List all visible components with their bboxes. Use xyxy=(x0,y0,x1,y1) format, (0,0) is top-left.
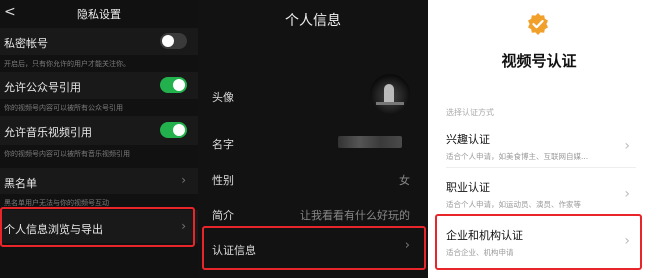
privacy-settings-panel: < 隐私设置 私密帐号 开启后，只有你允许的用户才能关注你。 允许公众号引用 你… xyxy=(0,0,198,278)
row-label: 名字 xyxy=(212,138,234,151)
name-value-blurred xyxy=(338,136,402,148)
highlight-box xyxy=(0,207,195,247)
setting-hint: 你的视频号内容可以被所有公众号引用 xyxy=(4,104,123,112)
divider xyxy=(446,167,636,168)
nav-bar: < 隐私设置 xyxy=(0,0,198,28)
setting-label: 允许公众号引用 xyxy=(4,81,81,94)
option-interest-verification[interactable]: 兴趣认证 适合个人申请，如美食博主、互联网自媒... xyxy=(446,131,588,162)
highlight-box xyxy=(202,226,426,270)
row-label: 简介 xyxy=(212,209,234,222)
music-video-toggle[interactable] xyxy=(160,122,187,138)
setting-label: 允许音乐视频引用 xyxy=(4,126,92,139)
row-label: 性别 xyxy=(212,174,234,187)
setting-label: 私密帐号 xyxy=(4,37,48,50)
row-label: 头像 xyxy=(212,91,234,104)
option-subtitle: 适合个人申请，如运动员、演员、作家等 xyxy=(446,200,581,209)
option-title: 职业认证 xyxy=(446,181,490,194)
option-title: 兴趣认证 xyxy=(446,133,490,146)
option-professional-verification[interactable]: 职业认证 适合个人申请，如运动员、演员、作家等 xyxy=(446,179,581,210)
setting-hint: 开启后，只有你允许的用户才能关注你。 xyxy=(4,60,130,68)
row-value: 女 xyxy=(399,174,410,187)
chevron-right-icon: › xyxy=(181,173,186,187)
private-account-toggle[interactable] xyxy=(160,33,187,49)
avatar[interactable] xyxy=(370,74,410,114)
row-value: 让我看看有什么好玩的 xyxy=(300,209,410,222)
verified-badge-icon xyxy=(528,13,548,35)
option-subtitle: 适合个人申请，如美食博主、互联网自媒... xyxy=(446,152,589,161)
setting-hint: 你的视频号内容可以被所有音乐视频引用 xyxy=(4,150,130,158)
chevron-right-icon: › xyxy=(624,138,630,154)
official-account-toggle[interactable] xyxy=(160,77,187,93)
page-title: 视频号认证 xyxy=(501,52,577,70)
setting-blacklist[interactable]: 黑名单 › xyxy=(0,168,198,194)
personal-info-panel: 个人信息 头像 名字 性别 女 简介 让我看看有什么好玩的 认证信息 › xyxy=(198,0,428,278)
setting-private-account[interactable]: 私密帐号 xyxy=(0,28,198,55)
highlight-box xyxy=(435,214,642,270)
setting-allow-music-video[interactable]: 允许音乐视频引用 xyxy=(0,116,198,145)
setting-allow-official-account[interactable]: 允许公众号引用 xyxy=(0,72,198,99)
page-title: 隐私设置 xyxy=(77,8,121,21)
setting-label: 黑名单 xyxy=(4,177,37,190)
section-label: 选择认证方式 xyxy=(446,108,494,117)
page-title: 个人信息 xyxy=(285,13,341,29)
channel-verification-panel: 视频号认证 选择认证方式 兴趣认证 适合个人申请，如美食博主、互联网自媒... … xyxy=(428,0,650,278)
chevron-right-icon: › xyxy=(624,186,630,202)
screenshot-collage: < 隐私设置 私密帐号 开启后，只有你允许的用户才能关注你。 允许公众号引用 你… xyxy=(0,0,650,278)
